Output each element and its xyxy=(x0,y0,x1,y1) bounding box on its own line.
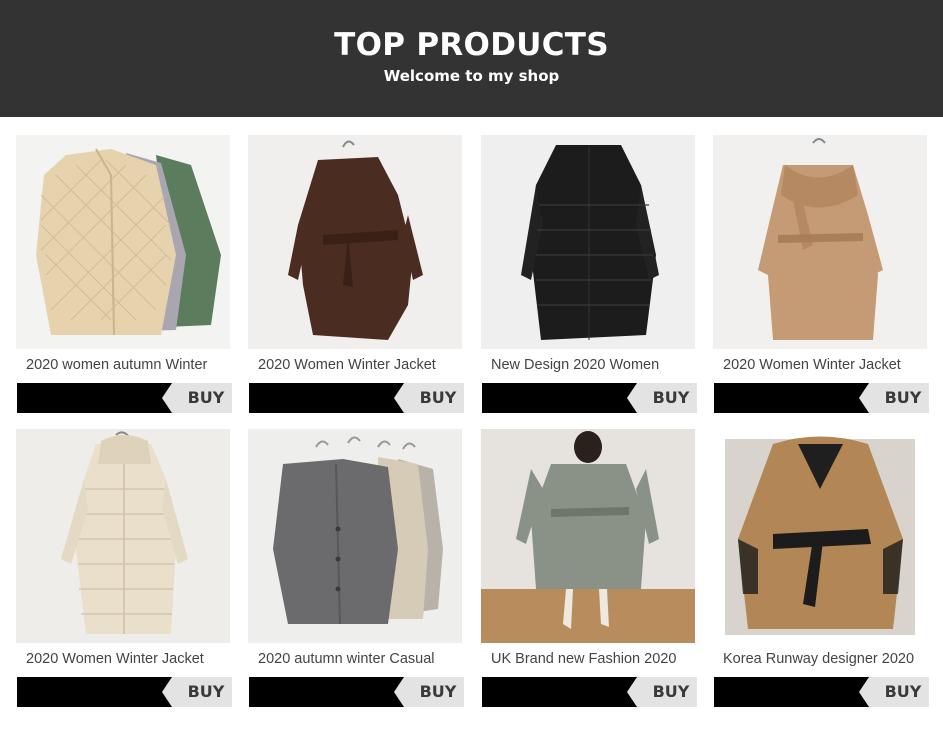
product-card[interactable]: 2020 women autumn Winter BUY xyxy=(16,135,232,413)
buy-button[interactable]: BUY xyxy=(714,383,929,413)
product-card[interactable]: New Design 2020 Women BUY xyxy=(481,135,697,413)
product-card[interactable]: 2020 Women Winter Jacket BUY xyxy=(16,429,232,707)
page-title: TOP PRODUCTS xyxy=(334,27,609,63)
product-name[interactable]: 2020 Women Winter Jacket xyxy=(258,357,468,373)
buy-label: BUY xyxy=(884,388,922,407)
buy-button[interactable]: BUY xyxy=(17,383,232,413)
buy-label: BUY xyxy=(652,388,690,407)
product-name[interactable]: New Design 2020 Women xyxy=(491,357,701,373)
product-card[interactable]: 2020 Women Winter Jacket BUY xyxy=(248,135,464,413)
product-image[interactable] xyxy=(248,429,462,643)
buy-label: BUY xyxy=(419,388,457,407)
product-name[interactable]: UK Brand new Fashion 2020 xyxy=(491,651,701,667)
buy-button[interactable]: BUY xyxy=(714,677,929,707)
buy-button[interactable]: BUY xyxy=(482,383,697,413)
product-image[interactable] xyxy=(713,135,927,349)
buy-label: BUY xyxy=(652,682,690,701)
product-card[interactable]: UK Brand new Fashion 2020 BUY xyxy=(481,429,697,707)
buy-label: BUY xyxy=(187,682,225,701)
product-image[interactable] xyxy=(713,429,927,643)
product-card[interactable]: 2020 Women Winter Jacket BUY xyxy=(713,135,929,413)
product-image[interactable] xyxy=(16,135,230,349)
buy-button[interactable]: BUY xyxy=(249,383,464,413)
buy-button[interactable]: BUY xyxy=(17,677,232,707)
product-image[interactable] xyxy=(16,429,230,643)
product-name[interactable]: Korea Runway designer 2020 xyxy=(723,651,933,667)
product-name[interactable]: 2020 Women Winter Jacket xyxy=(723,357,933,373)
buy-button[interactable]: BUY xyxy=(249,677,464,707)
shop-header: TOP PRODUCTS Welcome to my shop xyxy=(0,0,943,117)
buy-label: BUY xyxy=(419,682,457,701)
product-name[interactable]: 2020 autumn winter Casual xyxy=(258,651,468,667)
product-name[interactable]: 2020 women autumn Winter xyxy=(26,357,236,373)
product-card[interactable]: 2020 autumn winter Casual BUY xyxy=(248,429,464,707)
buy-button[interactable]: BUY xyxy=(482,677,697,707)
page-subtitle: Welcome to my shop xyxy=(383,67,560,85)
product-image[interactable] xyxy=(481,135,695,349)
product-name[interactable]: 2020 Women Winter Jacket xyxy=(26,651,236,667)
product-image[interactable] xyxy=(481,429,695,643)
product-card[interactable]: Korea Runway designer 2020 BUY xyxy=(713,429,929,707)
product-image[interactable] xyxy=(248,135,462,349)
buy-label: BUY xyxy=(187,388,225,407)
buy-label: BUY xyxy=(884,682,922,701)
